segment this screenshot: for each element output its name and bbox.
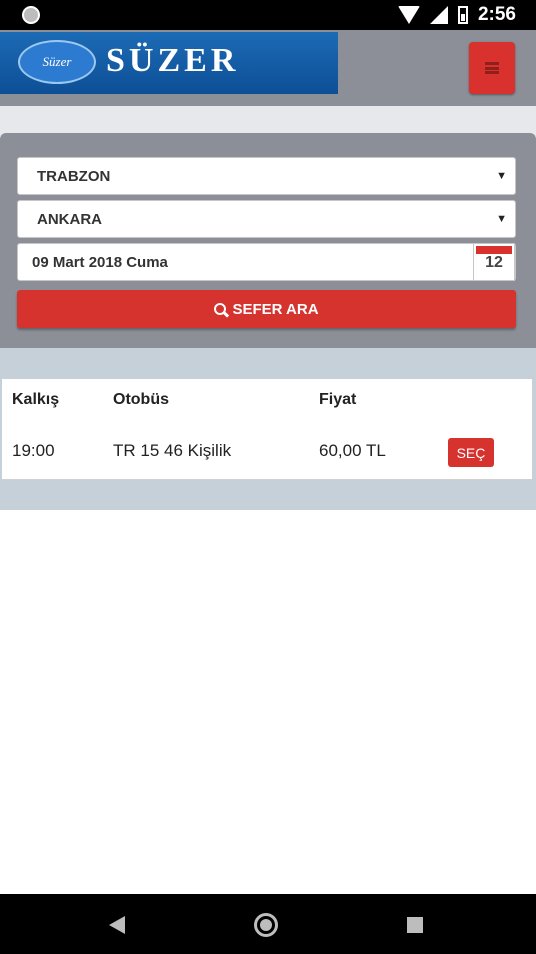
status-bar: 2:56 <box>0 0 536 30</box>
departure-value: TRABZON <box>37 167 111 185</box>
app-header: Süzer SÜZER <box>0 30 536 106</box>
arrival-value: ANKARA <box>37 210 102 228</box>
date-field[interactable]: 09 Mart 2018 Cuma 12 <box>17 243 516 281</box>
search-icon <box>214 303 227 315</box>
logo-script: Süzer <box>42 54 72 69</box>
home-icon[interactable] <box>254 913 278 937</box>
column-header-price: Fiyat <box>319 391 357 408</box>
search-button-label: SEFER ARA <box>232 300 319 318</box>
results-table: Kalkış Otobüs Fiyat 19:00 TR 15 46 Kişil… <box>2 379 532 480</box>
row-bus-info: TR 15 46 Kişilik <box>113 441 232 460</box>
back-icon[interactable] <box>109 916 125 934</box>
logo-emblem: Süzer <box>18 40 96 84</box>
search-trips-button[interactable]: SEFER ARA <box>17 290 516 328</box>
recent-apps-icon[interactable] <box>407 917 423 933</box>
notification-icon <box>22 6 40 24</box>
battery-icon <box>457 6 468 24</box>
search-panel: TRABZON ▼ ANKARA ▼ 09 Mart 2018 Cuma 12 … <box>0 133 536 348</box>
status-time: 2:56 <box>477 4 516 25</box>
row-departure-time: 19:00 <box>12 441 55 460</box>
dropdown-arrow-icon: ▼ <box>496 213 507 225</box>
cellular-signal-icon <box>429 6 448 24</box>
system-navigation-bar <box>0 894 536 954</box>
select-trip-button[interactable]: SEÇ <box>448 438 494 467</box>
date-value: 09 Mart 2018 Cuma <box>32 253 168 271</box>
column-header-bus: Otobüs <box>113 391 169 408</box>
status-icons: 2:56 <box>397 0 516 30</box>
header-divider <box>0 106 536 136</box>
suzer-logo[interactable]: Süzer SÜZER <box>0 32 338 94</box>
row-price: 60,00 TL <box>319 441 386 460</box>
column-header-departure: Kalkış <box>12 391 60 408</box>
dropdown-arrow-icon: ▼ <box>496 170 507 182</box>
departure-select[interactable]: TRABZON ▼ <box>17 157 516 195</box>
menu-button[interactable] <box>469 42 515 94</box>
calendar-day: 12 <box>485 254 503 271</box>
arrival-select[interactable]: ANKARA ▼ <box>17 200 516 238</box>
hamburger-menu-icon <box>485 62 499 74</box>
wifi-icon <box>397 6 420 24</box>
calendar-icon[interactable]: 12 <box>473 243 515 281</box>
logo-text: SÜZER <box>106 42 240 79</box>
